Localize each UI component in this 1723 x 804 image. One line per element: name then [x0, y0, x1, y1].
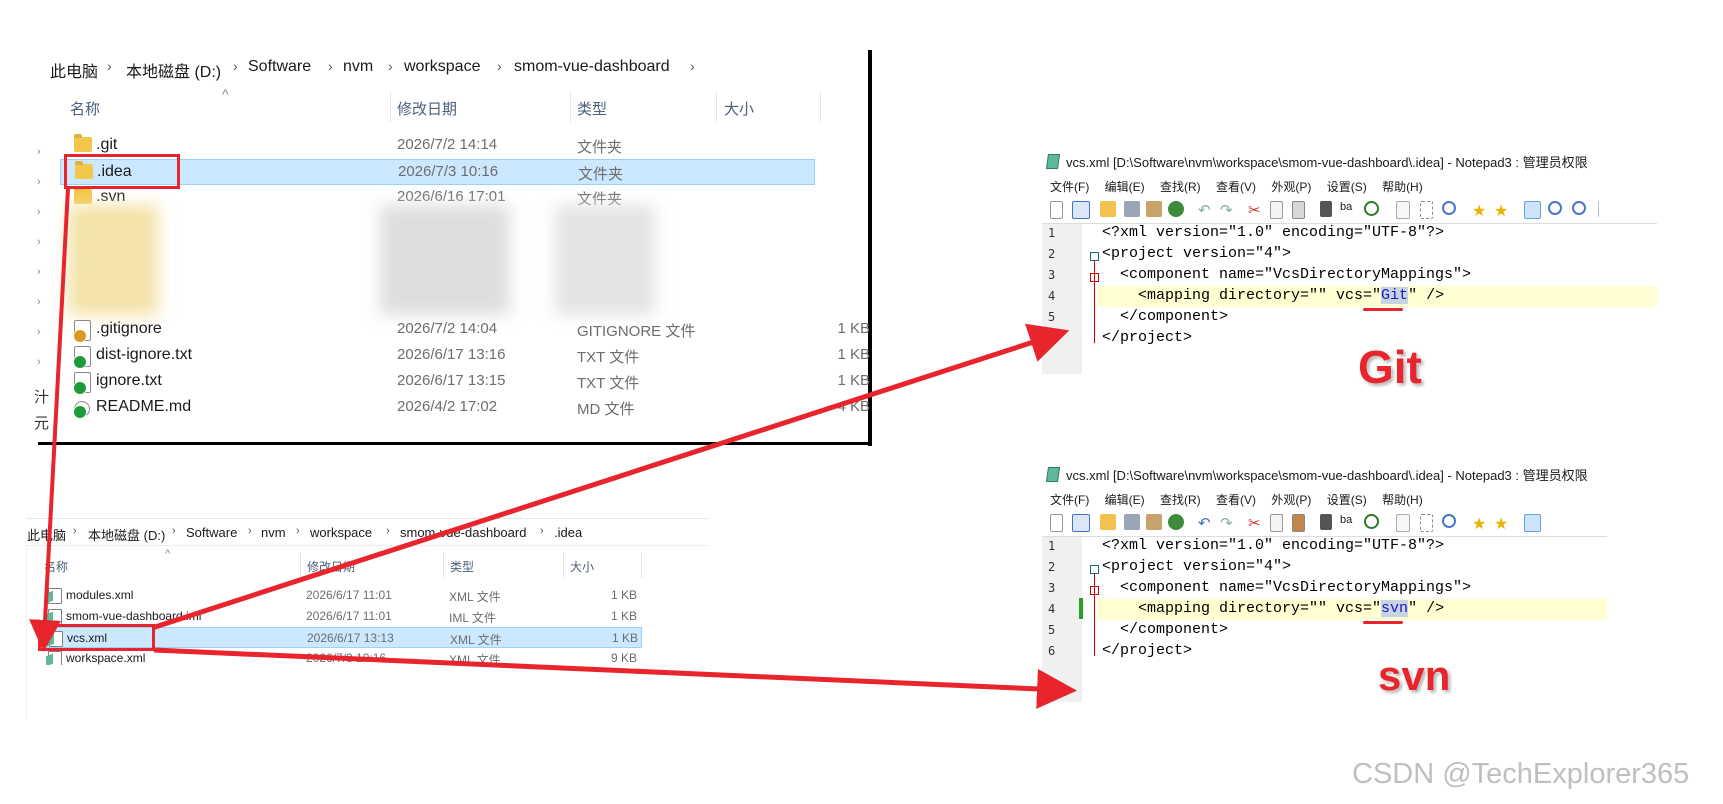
watermark: CSDN @TechExplorer365 — [1352, 758, 1690, 790]
arrow-idea-to-vcs — [29, 187, 70, 652]
arrow-vcs-to-git — [151, 323, 1070, 631]
arrow-vcs-to-svn — [153, 647, 1077, 709]
annotation-arrows — [29, 187, 1077, 709]
